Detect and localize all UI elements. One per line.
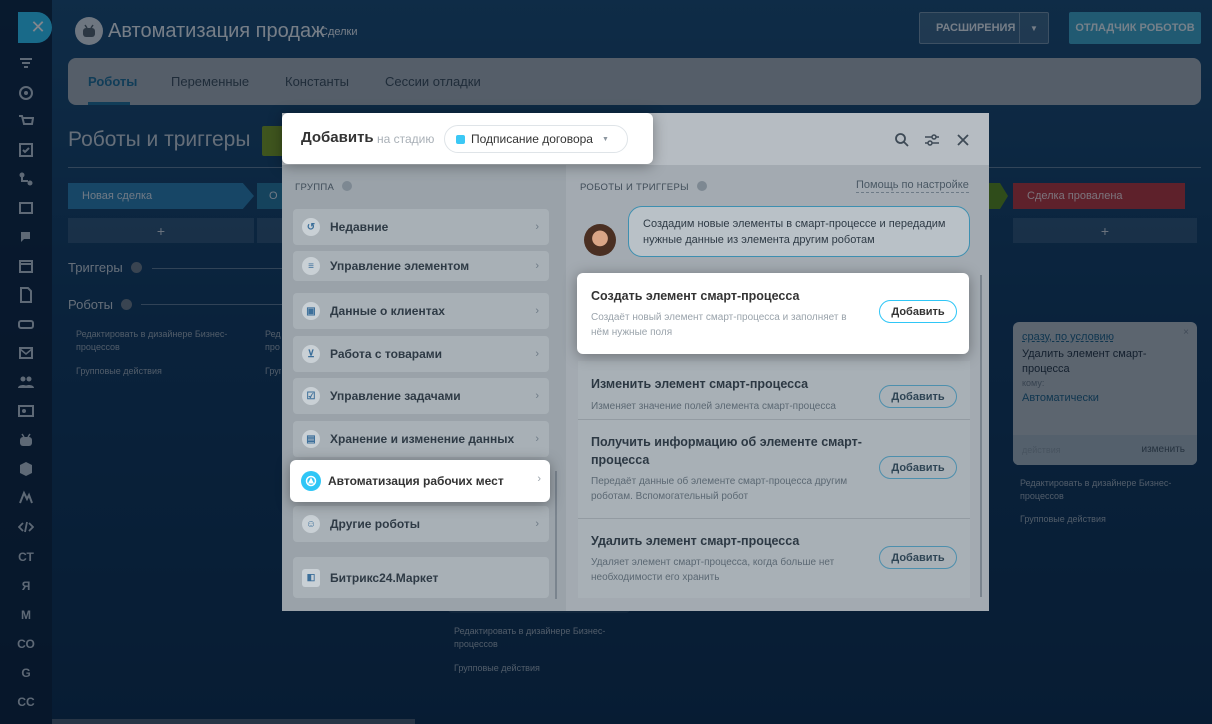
chevron-right-icon: ›: [537, 473, 541, 485]
filter-icon: ≡: [302, 257, 320, 275]
robots-header: РОБОТЫ И ТРИГГЕРЫ: [580, 181, 707, 193]
group-item-tasks[interactable]: ☑ Управление задачами ›: [293, 378, 549, 414]
chevron-right-icon: ›: [535, 348, 539, 360]
chevron-right-icon: ›: [535, 221, 539, 233]
add-robot-button[interactable]: Добавить: [879, 300, 957, 323]
add-robot-button[interactable]: Добавить: [879, 456, 957, 479]
chevron-right-icon: ›: [535, 433, 539, 445]
group-item-data-storage[interactable]: ▤ Хранение и изменение данных ›: [293, 421, 549, 457]
settings-sliders-icon[interactable]: [924, 132, 940, 148]
group-label: Управление элементом: [330, 259, 470, 273]
chevron-right-icon: ›: [535, 390, 539, 402]
add-robot-button[interactable]: Добавить: [879, 385, 957, 408]
history-icon: ↺: [302, 218, 320, 236]
task-icon: ☑: [302, 387, 320, 405]
chevron-right-icon: ›: [535, 260, 539, 272]
group-item-other-robots[interactable]: ☺ Другие роботы ›: [293, 506, 549, 542]
add-title: Добавить: [301, 129, 374, 146]
robot-item-create[interactable]: Создать элемент смарт-процесса Создаёт н…: [577, 273, 969, 354]
assistant-bubble: Создадим новые элементы в смарт-процессе…: [628, 206, 970, 257]
robot-title: Изменить элемент смарт-процесса: [591, 377, 809, 391]
robot-item-delete[interactable]: Удалить элемент смарт-процесса Удаляет э…: [578, 519, 970, 598]
cart-icon: ⊻: [302, 345, 320, 363]
group-label: Управление задачами: [330, 389, 461, 403]
robots-panel: РОБОТЫ И ТРИГГЕРЫ Помощь по настройке Со…: [566, 165, 989, 611]
group-panel: ГРУППА ↺ Недавние › ≡ Управление элементом ›…: [282, 165, 566, 611]
robot-title: Получить информацию об элементе смарт-пр…: [591, 435, 862, 467]
robot-desc: Создаёт новый элемент смарт-процесса и з…: [591, 312, 847, 338]
setup-help-link[interactable]: Помощь по настройке: [856, 179, 969, 193]
robot-desc: Передаёт данные об элементе смарт-процес…: [591, 476, 848, 502]
help-icon[interactable]: [696, 181, 707, 191]
add-robot-button[interactable]: Добавить: [879, 546, 957, 569]
search-icon[interactable]: [894, 132, 910, 148]
chevron-down-icon: ▼: [601, 135, 609, 143]
market-label: Битрикс24.Маркет: [330, 570, 439, 585]
group-item-element-management[interactable]: ≡ Управление элементом ›: [293, 251, 549, 281]
group-label: Другие роботы: [330, 517, 421, 531]
workplace-icon: [301, 471, 321, 491]
group-item-workplace-automation[interactable]: Автоматизация рабочих мест ›: [290, 460, 550, 502]
contact-card-icon: ▣: [302, 302, 320, 320]
assistant-avatar: [584, 224, 616, 256]
robot-item-get-info[interactable]: Получить информацию об элементе смарт-пр…: [578, 420, 970, 519]
market-icon: ◧: [302, 568, 320, 587]
group-item-client-data[interactable]: ▣ Данные о клиентах ›: [293, 293, 549, 329]
database-icon: ▤: [302, 430, 320, 448]
group-label: Данные о клиентах: [330, 304, 445, 318]
add-robot-dialog: ГРУППА ↺ Недавние › ≡ Управление элементом ›…: [282, 113, 989, 611]
robot-desc: Удаляет элемент смарт-процесса, когда бо…: [591, 557, 835, 583]
group-item-recent[interactable]: ↺ Недавние ›: [293, 209, 549, 245]
help-icon[interactable]: [342, 181, 353, 191]
chevron-right-icon: ›: [535, 518, 539, 530]
stage-select[interactable]: Подписание договора ▼: [444, 125, 628, 153]
group-label: Недавние: [330, 220, 389, 234]
robot-title: Создать элемент смарт-процесса: [591, 289, 800, 303]
group-label: Хранение и изменение данных: [330, 432, 515, 446]
robot-item-update[interactable]: Изменить элемент смарт-процесса Изменяет…: [578, 361, 970, 420]
stage-prefix: на стадию: [377, 132, 435, 146]
group-header: ГРУППА: [295, 181, 353, 193]
group-scrollbar[interactable]: [555, 471, 557, 599]
group-item-products[interactable]: ⊻ Работа с товарами ›: [293, 336, 549, 372]
group-item-market[interactable]: ◧ Битрикс24.Маркет: [293, 557, 549, 598]
robot-title: Удалить элемент смарт-процесса: [591, 534, 800, 548]
robots-scrollbar[interactable]: [980, 275, 982, 597]
stage-color-icon: [456, 134, 465, 144]
add-to-stage-header: Добавить на стадию Подписание договора ▼: [282, 113, 653, 164]
chevron-right-icon: ›: [535, 305, 539, 317]
robot-icon: ☺: [302, 515, 320, 533]
stage-select-value: Подписание договора: [471, 132, 593, 146]
robot-desc: Изменяет значение полей элемента смарт-п…: [591, 401, 836, 412]
group-label: Автоматизация рабочих мест: [328, 474, 504, 488]
group-label: Работа с товарами: [330, 347, 443, 361]
close-icon[interactable]: [955, 132, 971, 148]
